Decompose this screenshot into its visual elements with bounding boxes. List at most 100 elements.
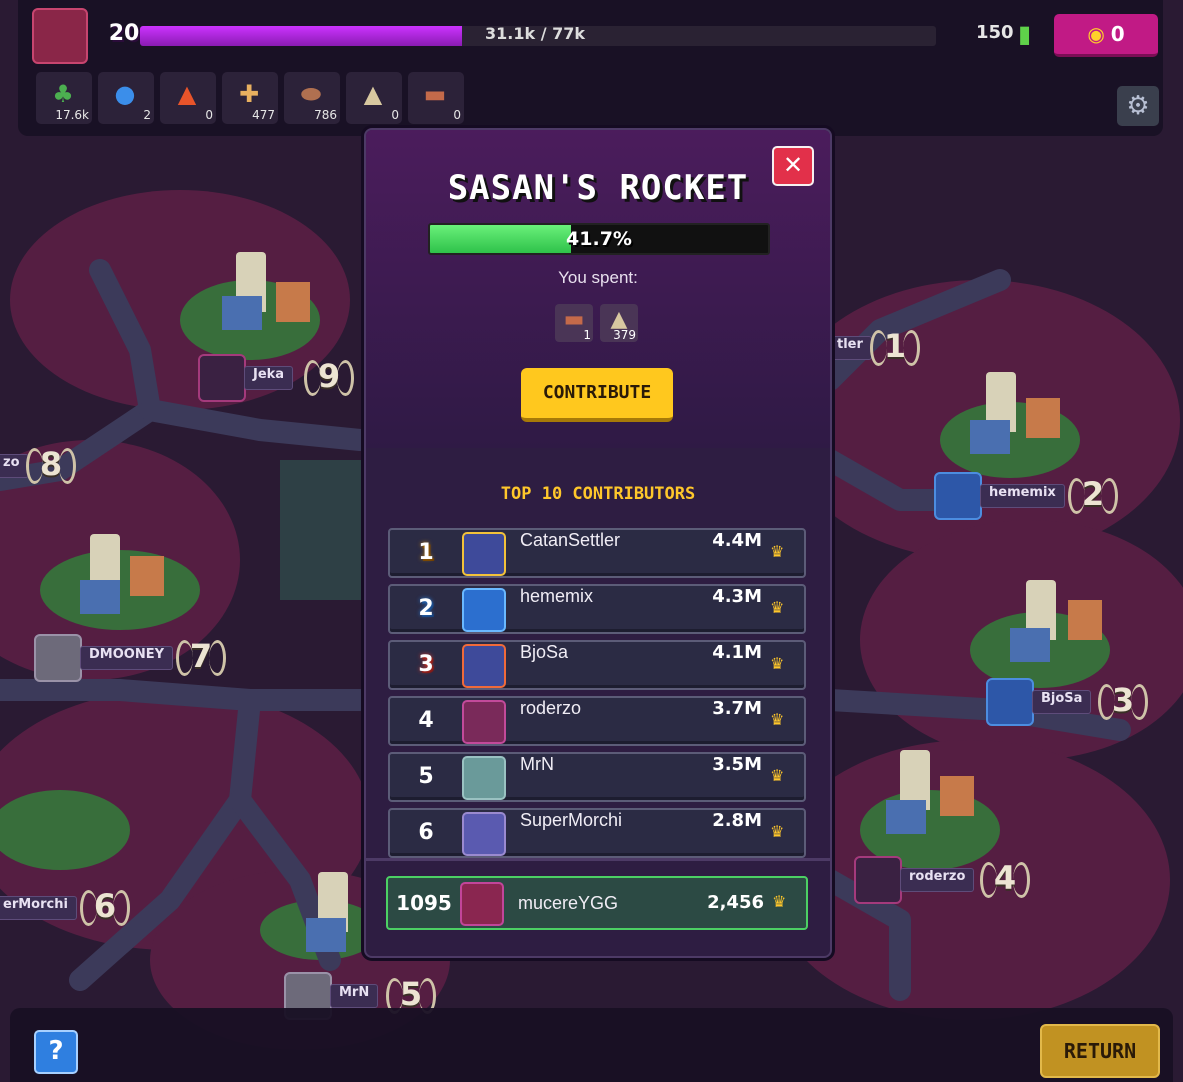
map-player-label[interactable]: hememix <box>980 484 1065 508</box>
map-building <box>940 776 974 816</box>
contributor-row[interactable]: 1 CatanSettler 4.4M ♛ <box>388 528 806 578</box>
crown-icon: ♛ <box>772 892 787 911</box>
crown-icon: ♛ <box>770 542 785 561</box>
spent-resource-slot: ▬ 1 <box>555 304 593 342</box>
help-button[interactable]: ? <box>34 1030 78 1074</box>
own-score: 2,456 <box>707 892 764 913</box>
energy-value: 150 <box>976 22 1014 43</box>
crown-icon: ♛ <box>770 822 785 841</box>
avatar <box>462 700 506 744</box>
map-rank-laurel: 3 <box>1098 680 1148 720</box>
rank-number: 6 <box>418 820 434 845</box>
rocket-progress-bar: 41.7% <box>428 223 770 255</box>
map-player-avatar[interactable] <box>34 634 82 682</box>
resource-slot[interactable]: ⬬ 786 <box>284 72 340 124</box>
resource-slot[interactable]: ♣ 17.6k <box>36 72 92 124</box>
contributor-score: 4.1M <box>712 642 762 663</box>
map-rank-laurel: 9 <box>304 356 354 396</box>
contributor-score: 4.3M <box>712 586 762 607</box>
map-building <box>276 282 310 322</box>
top-hud: 20 31.1k / 77k 150 ▮ ◉0 ♣ 17.6k ● 2 ▲ 0 … <box>18 0 1163 136</box>
avatar <box>462 756 506 800</box>
map-player-label[interactable]: MrN <box>330 984 379 1008</box>
contributor-row[interactable]: 5 MrN 3.5M ♛ <box>388 752 806 802</box>
rank-laurel-gold: 1 <box>396 530 456 576</box>
resource-slot[interactable]: ● 2 <box>98 72 154 124</box>
map-building <box>1026 398 1060 438</box>
contributor-name: hememix <box>520 586 594 606</box>
contributor-score: 3.7M <box>712 698 762 719</box>
level-badge: 20 <box>102 8 144 54</box>
avatar <box>460 882 504 926</box>
contributors-heading: TOP 10 CONTRIBUTORS <box>500 484 696 504</box>
map-building <box>1068 600 1102 640</box>
map-player-label[interactable]: zo <box>0 454 29 478</box>
map-building <box>80 580 120 614</box>
spent-count: 1 <box>583 328 591 342</box>
xp-progress-fill <box>140 26 462 46</box>
resource-slot[interactable]: ▲ 0 <box>346 72 402 124</box>
xp-text: 31.1k / 77k <box>485 24 586 43</box>
crown-icon: ♛ <box>770 710 785 729</box>
resource-slot[interactable]: ▲ 0 <box>160 72 216 124</box>
contributor-score: 2.8M <box>712 810 762 831</box>
resource-count: 2 <box>143 108 151 122</box>
map-player-avatar[interactable] <box>854 856 902 904</box>
map-player-avatar[interactable] <box>986 678 1034 726</box>
return-button[interactable]: RETURN <box>1040 1024 1160 1078</box>
avatar <box>462 812 506 856</box>
rank-number: 4 <box>418 708 434 733</box>
player-avatar[interactable] <box>32 8 88 64</box>
crown-icon: ♛ <box>770 766 785 785</box>
own-contributor-row[interactable]: 1095 mucereYGG 2,456 ♛ <box>386 876 808 930</box>
contributor-name: SuperMorchi <box>520 810 623 830</box>
map-player-label[interactable]: DMOONEY <box>80 646 174 670</box>
settings-gear-icon[interactable]: ⚙ <box>1117 86 1159 126</box>
map-player-label[interactable]: erMorchi <box>0 896 77 920</box>
resource-count: 0 <box>391 108 399 122</box>
contributor-name: MrN <box>520 754 554 774</box>
map-player-label[interactable]: roderzo <box>900 868 975 892</box>
map-player-avatar[interactable] <box>198 354 246 402</box>
resource-count: 477 <box>252 108 275 122</box>
contributor-score: 4.4M <box>712 530 762 551</box>
water-drop-icon: ● <box>114 80 136 108</box>
map-rank-laurel: 2 <box>1068 474 1118 514</box>
sand-pile-icon: ▲ <box>363 80 383 108</box>
rank-laurel-bronze: 3 <box>418 652 434 677</box>
list-divider <box>366 858 830 861</box>
fire-icon: ▲ <box>177 80 197 108</box>
resource-count: 786 <box>314 108 337 122</box>
map-building <box>222 296 262 330</box>
coin-icon: ◉ <box>1087 22 1105 46</box>
contributor-row[interactable]: 2 hememix 4.3M ♛ <box>388 584 806 634</box>
map-rank-laurel: 6 <box>80 886 130 926</box>
rocket-progress-text: 41.7% <box>566 228 632 250</box>
battery-plus-icon[interactable]: ▮ <box>1018 20 1046 54</box>
coin-count: 0 <box>1110 22 1125 46</box>
contributor-row[interactable]: 6 SuperMorchi 2.8M ♛ <box>388 808 806 858</box>
modal-title: SASAN'S ROCKET <box>447 168 749 208</box>
map-player-label[interactable]: BjoSa <box>1032 690 1092 714</box>
contributor-row[interactable]: 4 roderzo 3.7M ♛ <box>388 696 806 746</box>
spent-resource-slot: ▲ 379 <box>600 304 638 342</box>
rank-laurel-silver: 2 <box>418 596 434 621</box>
map-player-label[interactable]: tler <box>828 336 872 360</box>
coin-balance-button[interactable]: ◉ 0 <box>1054 14 1158 57</box>
avatar <box>462 532 506 576</box>
own-rank: 1095 <box>396 891 452 915</box>
map-building <box>886 800 926 834</box>
contributor-row[interactable]: 3 BjoSa 4.1M ♛ <box>388 640 806 690</box>
own-name: mucereYGG <box>518 893 619 913</box>
rock-icon: ⬬ <box>300 80 322 108</box>
resource-count: 0 <box>205 108 213 122</box>
map-rank-laurel: 8 <box>26 444 76 484</box>
contribute-button[interactable]: CONTRIBUTE <box>521 368 673 422</box>
map-rank-laurel: 1 <box>870 326 920 366</box>
plant-resource-icon: ♣ <box>52 80 74 108</box>
map-player-label[interactable]: Jeka <box>244 366 294 390</box>
resource-slot[interactable]: ✚ 477 <box>222 72 278 124</box>
map-player-avatar[interactable] <box>934 472 982 520</box>
map-building <box>1010 628 1050 662</box>
resource-slot[interactable]: ▬ 0 <box>408 72 464 124</box>
